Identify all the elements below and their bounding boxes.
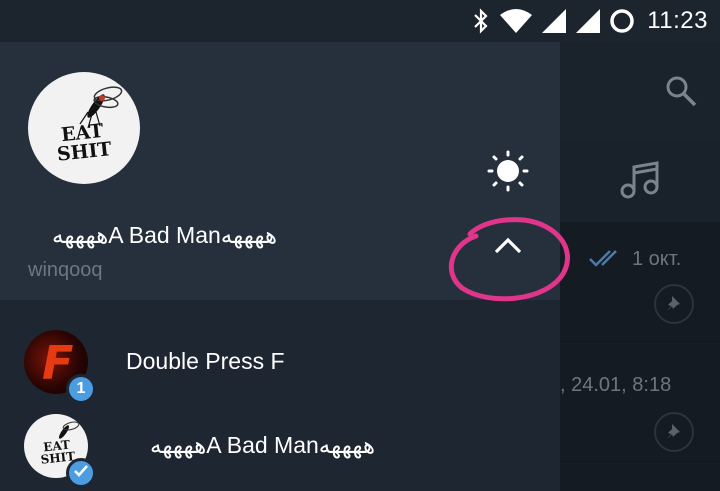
chat-toolbar: [560, 42, 720, 140]
signal-icon: [575, 8, 601, 34]
chat-date: 1 окт.: [632, 248, 682, 270]
account-name: هههههA Bad Manههههه: [150, 432, 376, 458]
chat-row[interactable]: 1 окт.: [560, 222, 720, 342]
navigation-drawer: EAT SHIT هههههA Bad Manههههه winqooq F 1…: [0, 42, 571, 491]
pin-icon[interactable]: [654, 284, 694, 324]
status-icons: 11:23: [471, 0, 708, 42]
wifi-icon: [499, 8, 533, 34]
double-check-icon: [588, 248, 624, 273]
chat-tabs: [560, 140, 720, 222]
user-name: هههههA Bad Manههههه: [52, 222, 278, 248]
account-item-bad-man[interactable]: EAT SHIT هههههA Bad Manههههه: [0, 408, 560, 491]
user-handle: winqooq: [28, 259, 103, 281]
sun-icon: [486, 149, 530, 198]
status-clock: 11:23: [647, 7, 708, 34]
active-account-badge: [66, 458, 96, 488]
annotation-circle: [448, 217, 571, 302]
bluetooth-icon: [471, 8, 491, 34]
chat-date: с, 24.01, 8:18: [550, 374, 672, 396]
account-name: Double Press F: [126, 348, 285, 374]
signal-icon: [541, 8, 567, 34]
avatar-art-text: EAT SHIT: [55, 119, 113, 166]
theme-toggle-button[interactable]: [484, 149, 532, 197]
music-note-icon[interactable]: [618, 158, 662, 207]
chat-list-background: 1 окт. с, 24.01, 8:18: [550, 42, 720, 491]
sync-circle-icon: [609, 8, 635, 34]
account-item-double-press-f[interactable]: F 1 Double Press F: [0, 324, 560, 408]
chat-row[interactable]: с, 24.01, 8:18: [550, 342, 720, 462]
search-icon[interactable]: [664, 74, 698, 113]
drawer-header: EAT SHIT هههههA Bad Manههههه winqooq: [0, 42, 571, 302]
check-icon: [73, 464, 89, 483]
status-bar: 11:23: [0, 0, 720, 42]
unread-badge: 1: [66, 374, 96, 404]
user-avatar[interactable]: EAT SHIT: [28, 72, 140, 184]
pin-icon[interactable]: [654, 412, 694, 452]
